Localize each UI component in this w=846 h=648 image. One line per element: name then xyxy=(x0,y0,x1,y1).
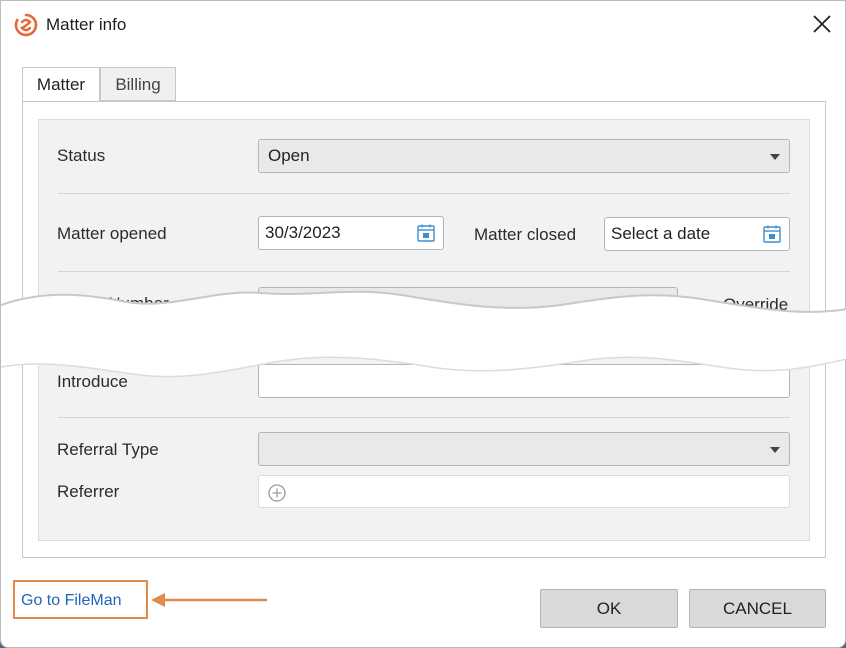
divider xyxy=(58,417,790,418)
divider xyxy=(58,193,790,194)
matter-closed-placeholder: Select a date xyxy=(611,224,711,243)
torn-edge-overlay xyxy=(1,290,846,378)
plus-circle-icon[interactable] xyxy=(267,483,287,503)
referral-type-label: Referral Type xyxy=(57,440,159,459)
chevron-down-icon xyxy=(770,154,780,160)
referral-type-select[interactable] xyxy=(258,432,790,466)
tab-matter[interactable]: Matter xyxy=(22,67,100,101)
window-title: Matter info xyxy=(46,15,127,34)
status-label: Status xyxy=(57,146,106,165)
title-bar: Matter info xyxy=(1,1,845,49)
divider xyxy=(58,271,790,272)
matter-info-dialog: Matter info Matter Billing Status Open M… xyxy=(0,0,846,648)
calendar-icon[interactable] xyxy=(416,223,436,243)
referrer-field[interactable] xyxy=(258,475,790,508)
chevron-down-icon xyxy=(770,447,780,453)
calendar-icon[interactable] xyxy=(762,224,782,244)
status-select[interactable]: Open xyxy=(258,139,790,173)
matter-closed-datepicker[interactable]: Select a date xyxy=(604,217,790,251)
close-icon[interactable] xyxy=(807,9,837,39)
matter-opened-value: 30/3/2023 xyxy=(265,223,341,242)
referrer-label: Referrer xyxy=(57,482,120,501)
go-to-fileman-link[interactable]: Go to FileMan xyxy=(21,592,121,610)
matter-closed-label: Matter closed xyxy=(474,225,577,244)
tab-billing[interactable]: Billing xyxy=(100,67,176,101)
matter-opened-label: Matter opened xyxy=(57,224,167,243)
matter-opened-datepicker[interactable]: 30/3/2023 xyxy=(258,216,444,250)
annotation-arrow-icon xyxy=(151,593,267,607)
cancel-button[interactable]: CANCEL xyxy=(689,589,826,628)
app-logo-icon xyxy=(14,13,38,37)
status-value: Open xyxy=(268,146,310,165)
ok-button[interactable]: OK xyxy=(540,589,678,628)
